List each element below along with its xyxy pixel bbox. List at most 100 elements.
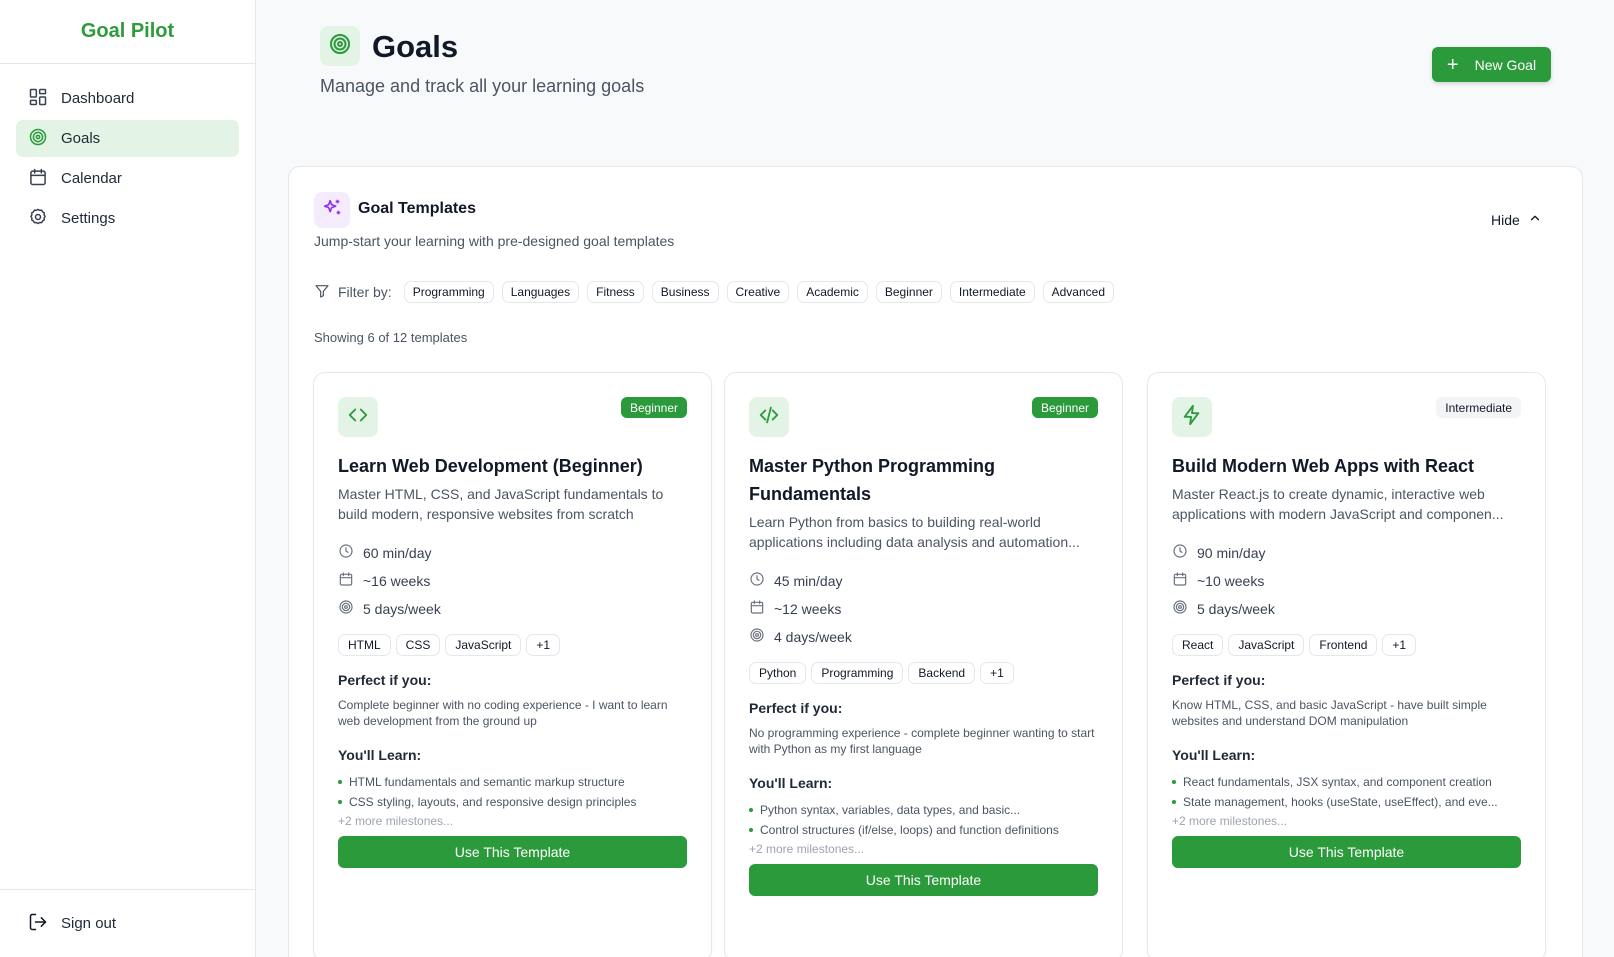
card-stats: 60 min/day ~16 weeks 5 days/week [338, 543, 687, 618]
page-icon [320, 26, 360, 66]
card-description: Master HTML, CSS, and JavaScript fundame… [338, 486, 664, 522]
learn-item: State management, hooks (useState, useEf… [1172, 792, 1521, 812]
card-stats: 90 min/day ~10 weeks 5 days/week [1172, 543, 1521, 618]
learn-list: HTML fundamentals and semantic markup st… [338, 772, 687, 812]
card-title: Build Modern Web Apps with React [1172, 456, 1475, 476]
filter-chip-fitness[interactable]: Fitness [587, 281, 644, 303]
sidebar-item-label: Settings [61, 210, 116, 227]
filter-chip-languages[interactable]: Languages [501, 281, 580, 303]
card-stats: 45 min/day ~12 weeks 4 days/week [749, 571, 1098, 646]
stat-days: 5 days/week [338, 599, 687, 618]
stat-minutes: 60 min/day [338, 543, 687, 562]
perfect-text: Complete beginner with no coding experie… [338, 698, 668, 728]
level-badge: Beginner [1031, 397, 1098, 418]
stat-days: 4 days/week [749, 627, 1098, 646]
showing-count: Showing 6 of 12 templates [314, 330, 468, 345]
lightning-icon [1181, 404, 1203, 431]
sign-out-label: Sign out [61, 915, 117, 932]
more-milestones: +2 more milestones... [1172, 814, 1288, 828]
stat-minutes: 45 min/day [749, 571, 1098, 590]
sidebar-item-calendar[interactable]: Calendar [16, 160, 239, 197]
more-milestones: +2 more milestones... [338, 814, 454, 828]
filter-chip-advanced[interactable]: Advanced [1042, 281, 1114, 303]
filter-chip-creative[interactable]: Creative [726, 281, 790, 303]
filter-chip-business[interactable]: Business [651, 281, 719, 303]
plus-icon: + [1446, 53, 1459, 76]
learn-item-text: CSS styling, layouts, and responsive des… [349, 795, 637, 809]
perfect-heading: Perfect if you: [1172, 672, 1266, 688]
card-tags: HTML CSS JavaScript +1 [338, 634, 687, 656]
template-card: Beginner Learn Web Development (Beginner… [313, 372, 712, 957]
use-template-button[interactable]: Use This Template [749, 864, 1098, 896]
sidebar: Goal Pilot Dashboard Goals Calendar Sett… [0, 0, 256, 957]
new-goal-button[interactable]: + New Goal [1432, 47, 1551, 82]
sidebar-item-label: Dashboard [61, 90, 135, 107]
stat-text: 45 min/day [774, 572, 843, 589]
filter-chip-beginner[interactable]: Beginner [875, 281, 942, 303]
target-icon [338, 599, 354, 618]
learn-item: React fundamentals, JSX syntax, and comp… [1172, 772, 1521, 792]
calendar-icon [28, 167, 48, 191]
hide-label: Hide [1491, 211, 1520, 228]
filter-chip-intermediate[interactable]: Intermediate [949, 281, 1035, 303]
stat-minutes: 90 min/day [1172, 543, 1521, 562]
filter-icon [314, 283, 330, 302]
use-template-button[interactable]: Use This Template [1172, 836, 1521, 868]
clock-icon [338, 543, 354, 562]
learn-item-text: Control structures (if/else, loops) and … [760, 823, 1059, 837]
perfect-text: No programming experience - complete beg… [749, 726, 1095, 756]
sign-out-button[interactable]: Sign out [16, 912, 128, 936]
stat-text: 5 days/week [1197, 600, 1275, 617]
clock-icon [749, 571, 765, 590]
stat-text: 60 min/day [363, 544, 432, 561]
filter-label: Filter by: [314, 283, 392, 302]
filter-chip-academic[interactable]: Academic [797, 281, 868, 303]
stat-text: ~12 weeks [774, 600, 842, 617]
target-icon [1172, 599, 1188, 618]
card-description: Master React.js to create dynamic, inter… [1172, 486, 1504, 522]
stat-text: 5 days/week [363, 600, 441, 617]
learn-item: HTML fundamentals and semantic markup st… [338, 772, 687, 792]
filter-label-text: Filter by: [338, 284, 392, 300]
target-icon [749, 627, 765, 646]
goal-templates-panel: Goal Templates Jump-start your learning … [288, 166, 1583, 957]
stat-weeks: ~16 weeks [338, 571, 687, 590]
dashboard-icon [28, 87, 48, 111]
template-card: Beginner Master Python Programming Funda… [724, 372, 1123, 957]
chevron-up-icon [1528, 211, 1542, 228]
panel-title: Goal Templates [358, 200, 476, 217]
sidebar-item-goals[interactable]: Goals [16, 120, 239, 157]
calendar-icon [338, 571, 354, 590]
perfect-heading: Perfect if you: [338, 672, 432, 688]
learn-item: Python syntax, variables, data types, an… [749, 800, 1098, 820]
learn-list: Python syntax, variables, data types, an… [749, 800, 1098, 840]
sparkles-icon [321, 197, 343, 224]
tag: Programming [811, 662, 904, 684]
perfect-text: Know HTML, CSS, and basic JavaScript - h… [1172, 698, 1487, 728]
tag-more: +1 [980, 662, 1014, 684]
card-icon [338, 397, 378, 437]
card-description: Learn Python from basics to building rea… [749, 514, 1080, 550]
card-title: Learn Web Development (Beginner) [338, 456, 643, 476]
sidebar-item-label: Calendar [61, 170, 122, 187]
brand-logo[interactable]: Goal Pilot [0, 0, 255, 64]
learn-item-text: Python syntax, variables, data types, an… [760, 803, 1021, 817]
learn-heading: You'll Learn: [1172, 747, 1256, 763]
calendar-icon [1172, 571, 1188, 590]
tag: JavaScript [1228, 634, 1305, 656]
stat-weeks: ~12 weeks [749, 599, 1098, 618]
sidebar-item-dashboard[interactable]: Dashboard [16, 80, 239, 117]
learn-item-text: React fundamentals, JSX syntax, and comp… [1183, 775, 1492, 789]
hide-templates-button[interactable]: Hide [1491, 211, 1542, 228]
sidebar-item-settings[interactable]: Settings [16, 200, 239, 237]
logout-icon [28, 912, 48, 936]
use-template-button[interactable]: Use This Template [338, 836, 687, 868]
tag: HTML [338, 634, 391, 656]
filter-chip-programming[interactable]: Programming [403, 281, 494, 303]
tag: React [1172, 634, 1224, 656]
code-icon [347, 404, 369, 431]
panel-icon [314, 192, 350, 228]
card-icon [749, 397, 789, 437]
tag: Python [749, 662, 807, 684]
tag: Backend [908, 662, 976, 684]
